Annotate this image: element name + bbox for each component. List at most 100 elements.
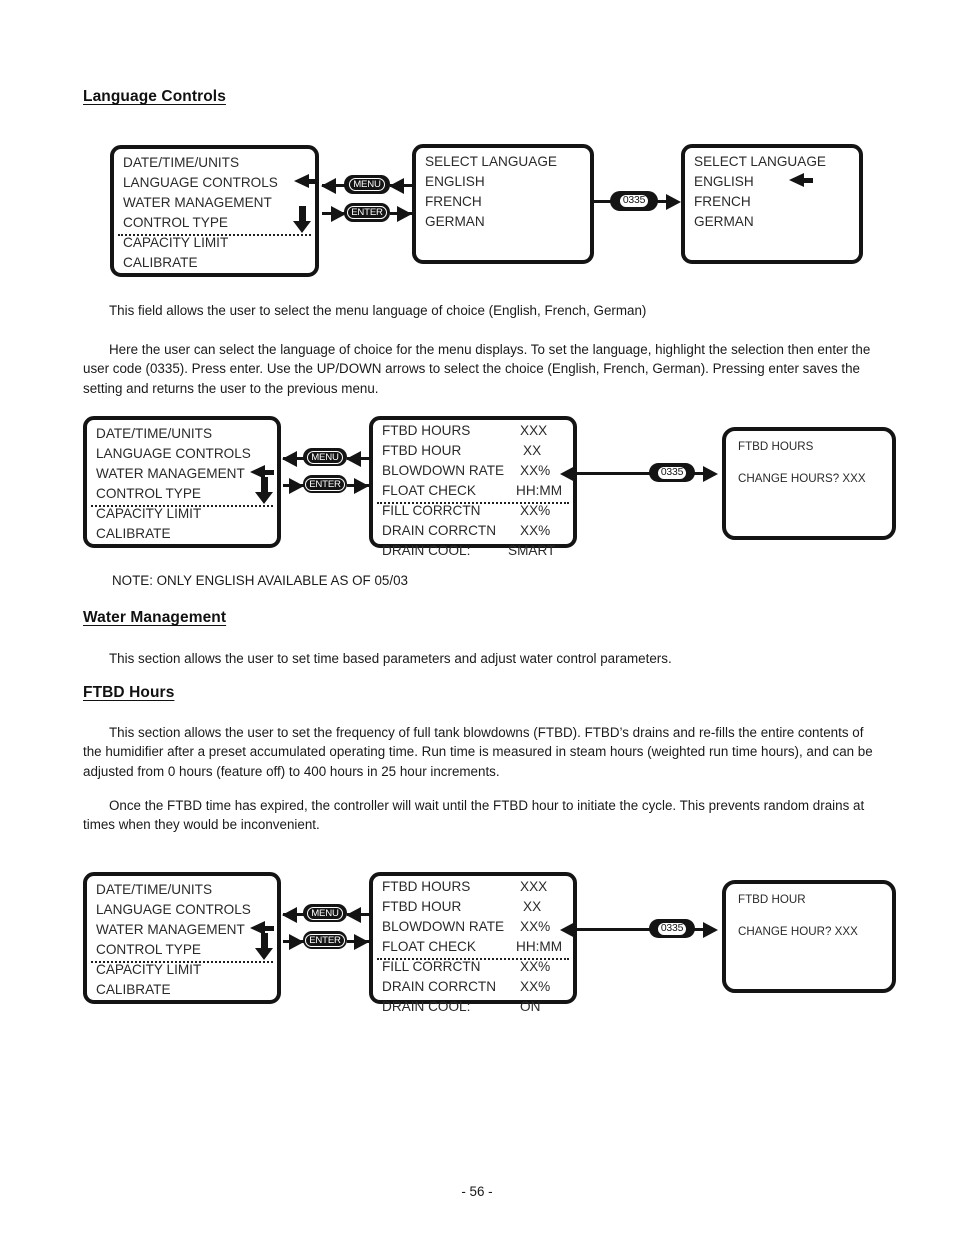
water-row-label: FTBD HOURS (382, 423, 471, 438)
enter-key-button[interactable]: ENTER (303, 931, 347, 949)
menu-row-water-management[interactable]: WATER MANAGEMENT (96, 464, 271, 484)
water-row-value: SMART (508, 543, 556, 558)
menu-row-water-management[interactable]: WATER MANAGEMENT (96, 920, 271, 940)
select-language-option-english[interactable]: ENGLISH (425, 172, 584, 192)
water-row-fill-corrctn[interactable]: FILL CORRCTN XX% (382, 501, 567, 521)
menu-row-language-controls[interactable]: LANGUAGE CONTROLS (96, 444, 271, 464)
menu-row-label: CAPACITY LIMIT (96, 962, 202, 977)
connector-code2-line-left (575, 472, 654, 475)
menu-row-date-time-units[interactable]: DATE/TIME/UNITS (123, 153, 309, 173)
menu-row-control-type[interactable]: CONTROL TYPE (96, 940, 271, 960)
menu-row-label: CALIBRATE (96, 526, 171, 541)
water-row-label: FLOAT CHECK (382, 939, 476, 954)
water-row-float-check[interactable]: FLOAT CHECK HH:MM (382, 937, 567, 957)
prompt-question: CHANGE HOUR? XXX (738, 925, 858, 938)
menu-row-language-controls[interactable]: LANGUAGE CONTROLS (123, 173, 309, 193)
select-language-option-english[interactable]: ENGLISH (694, 172, 853, 192)
select-language-option-french[interactable]: FRENCH (694, 192, 853, 212)
menu-rows: DATE/TIME/UNITS LANGUAGE CONTROLS WATER … (123, 153, 309, 273)
menu-scroll-separator (118, 234, 311, 236)
water-row-float-check[interactable]: FLOAT CHECK HH:MM (382, 481, 567, 501)
prompt-rows: FTBD HOURS CHANGE HOURS? XXX (738, 439, 886, 487)
water-row-value: XX% (520, 523, 551, 538)
select-language-confirm-rows: SELECT LANGUAGE ENGLISH FRENCH GERMAN (694, 152, 853, 232)
enter-key-button[interactable]: ENTER (344, 203, 390, 222)
menu-row-label: CONTROL TYPE (96, 942, 201, 957)
select-language-option-german[interactable]: GERMAN (694, 212, 853, 232)
water-row-label: DRAIN CORRCTN (382, 979, 497, 994)
water-row-drain-cool[interactable]: DRAIN COOL: ON (382, 997, 567, 1017)
connector-enter-arrowhead-right-2 (354, 934, 369, 950)
menu-row-calibrate[interactable]: CALIBRATE (96, 524, 271, 544)
user-code-label: 0335 (618, 194, 650, 208)
prompt-question-row: CHANGE HOUR? XXX (738, 924, 886, 940)
scroll-down-arrow-icon (293, 206, 311, 233)
menu-row-language-controls[interactable]: LANGUAGE CONTROLS (96, 900, 271, 920)
connector-float-check-arrowhead (560, 466, 575, 482)
menu-row-control-type[interactable]: CONTROL TYPE (123, 213, 309, 233)
water-row-drain-cool[interactable]: DRAIN COOL: SMART (382, 541, 567, 561)
menu-key-button[interactable]: MENU (303, 448, 347, 466)
menu-row-capacity-limit[interactable]: CAPACITY LIMIT (96, 960, 271, 980)
menu-row-water-management[interactable]: WATER MANAGEMENT (123, 193, 309, 213)
water-row-value: XX% (520, 959, 551, 974)
water-row-ftbd-hours[interactable]: FTBD HOURS XXX (382, 877, 567, 897)
menu-row-calibrate[interactable]: CALIBRATE (96, 980, 271, 1000)
water-row-label: FILL CORRCTN (382, 503, 481, 518)
paragraph-language-field: This field allows the user to select the… (109, 303, 647, 318)
menu-row-capacity-limit[interactable]: CAPACITY LIMIT (96, 504, 271, 524)
user-code-badge: 0335 (610, 191, 658, 211)
connector-code2-arrowhead (703, 466, 718, 482)
menu-scroll-separator (91, 961, 273, 963)
connector-code3-arrowhead (703, 922, 718, 938)
connector-menu-arrowhead-left (282, 451, 297, 467)
select-language-option-french[interactable]: FRENCH (425, 192, 584, 212)
menu-row-label: WATER MANAGEMENT (96, 922, 245, 937)
water-row-fill-corrctn[interactable]: FILL CORRCTN XX% (382, 957, 567, 977)
water-row-drain-corrctn[interactable]: DRAIN CORRCTN XX% (382, 521, 567, 541)
menu-row-label: DATE/TIME/UNITS (123, 155, 240, 170)
connector-enter-arrowhead-right (289, 934, 304, 950)
water-row-label: FTBD HOURS (382, 879, 471, 894)
prompt-title: FTBD HOUR (738, 893, 806, 906)
menu-row-label: LANGUAGE CONTROLS (96, 446, 251, 461)
menu-key-label: MENU (307, 450, 343, 464)
option-label: FRENCH (694, 194, 751, 209)
menu-row-control-type[interactable]: CONTROL TYPE (96, 484, 271, 504)
menu-row-calibrate[interactable]: CALIBRATE (123, 253, 309, 273)
paragraph-ftbd-2: Once the FTBD time has expired, the cont… (83, 798, 865, 833)
user-code-label: 0335 (656, 921, 688, 936)
prompt-question-row: CHANGE HOURS? XXX (738, 471, 886, 487)
water-row-ftbd-hour[interactable]: FTBD HOUR XX (382, 897, 567, 917)
water-row-blowdown-rate[interactable]: BLOWDOWN RATE XX% (382, 461, 567, 481)
water-row-label: FLOAT CHECK (382, 483, 476, 498)
water-row-ftbd-hours[interactable]: FTBD HOURS XXX (382, 421, 567, 441)
water-row-drain-corrctn[interactable]: DRAIN CORRCTN XX% (382, 977, 567, 997)
select-language-option-german[interactable]: GERMAN (425, 212, 584, 232)
paragraph-water-management: This section allows the user to set time… (109, 651, 672, 666)
connector-menu-arrowhead-left-2 (389, 178, 404, 194)
menu-row-capacity-limit[interactable]: CAPACITY LIMIT (123, 233, 309, 253)
water-row-ftbd-hour[interactable]: FTBD HOUR XX (382, 441, 567, 461)
menu-row-label: LANGUAGE CONTROLS (96, 902, 251, 917)
prompt-rows: FTBD HOUR CHANGE HOUR? XXX (738, 892, 886, 940)
water-row-value: HH:MM (516, 483, 563, 498)
menu-row-date-time-units[interactable]: DATE/TIME/UNITS (96, 880, 271, 900)
menu-rows: DATE/TIME/UNITS LANGUAGE CONTROLS WATER … (96, 880, 271, 1000)
menu-key-button[interactable]: MENU (344, 175, 390, 194)
water-row-value: XX% (520, 919, 551, 934)
page-number: - 56 - (461, 1184, 493, 1199)
menu-row-label: CAPACITY LIMIT (123, 235, 229, 250)
diagram3-prompt-screen: FTBD HOUR CHANGE HOUR? XXX (722, 880, 896, 993)
menu-row-label: DATE/TIME/UNITS (96, 426, 213, 441)
water-row-blowdown-rate[interactable]: BLOWDOWN RATE XX% (382, 917, 567, 937)
menu-row-label: WATER MANAGEMENT (123, 195, 272, 210)
menu-row-label: CONTROL TYPE (123, 215, 228, 230)
enter-key-button[interactable]: ENTER (303, 475, 347, 493)
enter-key-label: ENTER (305, 933, 345, 947)
menu-key-button[interactable]: MENU (303, 904, 347, 922)
diagram2-water-menu-screen: FTBD HOURS XXX FTBD HOUR XX BLOWDOWN RAT… (369, 416, 577, 558)
menu-row-label: WATER MANAGEMENT (96, 466, 245, 481)
menu-row-date-time-units[interactable]: DATE/TIME/UNITS (96, 424, 271, 444)
user-code-badge: 0335 (649, 919, 695, 938)
